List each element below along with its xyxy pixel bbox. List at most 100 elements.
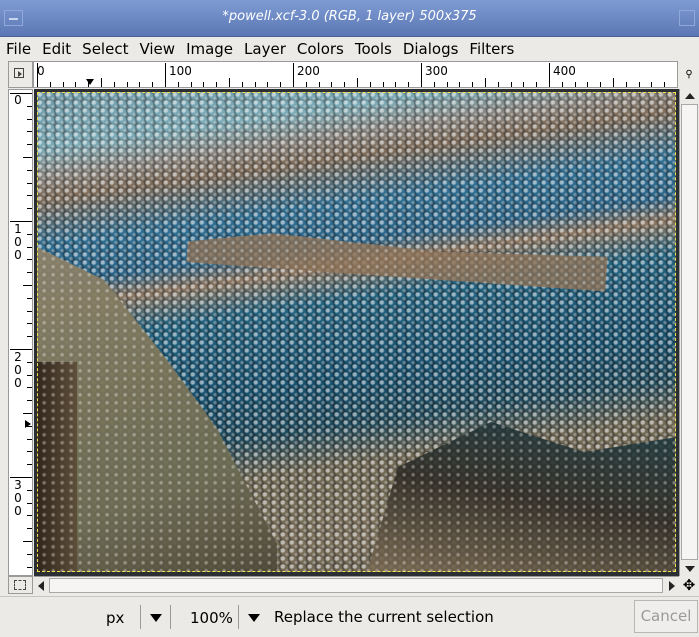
- hruler-tick: [485, 78, 486, 87]
- hruler-tick: [49, 82, 51, 87]
- vruler-tick: [10, 221, 32, 222]
- hruler-tick: [203, 82, 205, 87]
- hruler-tick: [433, 82, 435, 87]
- menu-edit[interactable]: Edit: [42, 40, 71, 58]
- vruler-tick: [27, 464, 32, 466]
- hruler-tick: [421, 63, 422, 87]
- hruler-tick: [37, 63, 38, 87]
- vertical-scroll-thumb[interactable]: [681, 104, 698, 560]
- horizontal-scrollbar[interactable]: [34, 576, 679, 594]
- hruler-tick: [369, 82, 371, 87]
- hruler-tick: [382, 82, 384, 87]
- vruler-tick: [23, 413, 32, 414]
- scroll-right-icon[interactable]: [669, 581, 675, 591]
- vruler-tick: [27, 297, 32, 299]
- vruler-tick: [27, 208, 32, 210]
- vruler-tick: [27, 259, 32, 261]
- menu-tools[interactable]: Tools: [355, 40, 392, 58]
- menu-file[interactable]: File: [6, 40, 31, 58]
- vruler-tick: [27, 310, 32, 312]
- hruler-tick: [408, 82, 410, 87]
- horizontal-ruler[interactable]: 0 100 200 300 400: [33, 61, 678, 88]
- vertical-scrollbar[interactable]: [679, 89, 699, 576]
- pointer-marker-vertical-icon: [25, 420, 31, 428]
- cancel-button[interactable]: Cancel: [634, 600, 698, 633]
- vruler-digit: 0: [14, 376, 22, 390]
- menu-bar: File Edit Select View Image Layer Colors…: [0, 37, 699, 60]
- hruler-tick: [357, 78, 358, 87]
- vruler-tick: [27, 502, 32, 504]
- menu-colors[interactable]: Colors: [297, 40, 344, 58]
- vruler-tick: [27, 195, 32, 197]
- scroll-left-icon[interactable]: [38, 581, 44, 591]
- hruler-tick: [305, 82, 307, 87]
- vruler-tick: [27, 361, 32, 363]
- hruler-label-0: 0: [37, 64, 45, 78]
- zoom-separator: [238, 605, 239, 629]
- canvas-area[interactable]: [34, 89, 679, 576]
- vruler-digit: 0: [14, 504, 22, 518]
- hruler-tick: [241, 82, 243, 87]
- image-menu-button[interactable]: [8, 61, 33, 88]
- vruler-tick: [27, 451, 32, 453]
- hruler-label-300: 300: [425, 64, 448, 78]
- hruler-tick: [126, 82, 128, 87]
- scroll-down-icon[interactable]: [685, 566, 695, 572]
- status-message: Replace the current selection: [274, 608, 494, 626]
- navigate-icon[interactable]: ✥: [679, 576, 699, 594]
- vruler-tick: [27, 246, 32, 248]
- hruler-tick: [139, 82, 141, 87]
- vruler-tick: [27, 336, 32, 338]
- vruler-tick: [23, 285, 32, 286]
- window-maximize-icon[interactable]: [679, 10, 695, 26]
- vruler-tick: [27, 105, 32, 107]
- vruler-tick: [27, 387, 32, 389]
- hruler-tick: [344, 82, 346, 87]
- chevron-down-icon: [150, 614, 162, 622]
- vruler-tick: [10, 93, 32, 94]
- scroll-up-icon[interactable]: [685, 93, 695, 99]
- hruler-tick: [165, 63, 166, 87]
- menu-image[interactable]: Image: [186, 40, 233, 58]
- hruler-tick: [293, 63, 294, 87]
- unit-value: px: [106, 609, 125, 627]
- quick-mask-icon: [14, 580, 26, 590]
- hruler-tick: [190, 82, 192, 87]
- pointer-marker-icon: [86, 79, 94, 85]
- hruler-tick: [561, 82, 563, 87]
- vruler-tick: [27, 400, 32, 402]
- hruler-tick: [549, 63, 550, 87]
- vruler-tick: [27, 118, 32, 120]
- menu-filters[interactable]: Filters: [469, 40, 514, 58]
- hruler-tick: [510, 82, 512, 87]
- menu-select[interactable]: Select: [82, 40, 128, 58]
- zoom-select[interactable]: 100%: [170, 602, 270, 632]
- horizontal-scroll-thumb[interactable]: [49, 578, 663, 593]
- vertical-ruler[interactable]: 0 100 200 300: [8, 89, 33, 576]
- menu-view[interactable]: View: [139, 40, 175, 58]
- vruler-tick: [27, 489, 32, 491]
- hruler-tick: [152, 82, 154, 87]
- zoom-icon[interactable]: ⚲: [679, 61, 699, 88]
- hruler-tick: [472, 82, 474, 87]
- unit-separator: [140, 605, 141, 629]
- hruler-tick: [62, 82, 64, 87]
- hruler-tick: [664, 82, 666, 87]
- vruler-tick: [10, 477, 32, 478]
- hruler-tick: [651, 82, 653, 87]
- window-title: *powell.xcf-3.0 (RGB, 1 layer) 500x375: [222, 9, 477, 24]
- image-canvas[interactable]: [37, 92, 676, 572]
- vruler-label-300: 300: [13, 479, 23, 518]
- hruler-tick: [229, 78, 230, 87]
- hruler-tick: [267, 82, 269, 87]
- menu-layer[interactable]: Layer: [244, 40, 286, 58]
- vruler-tick: [27, 272, 32, 274]
- title-bar: *powell.xcf-3.0 (RGB, 1 layer) 500x375: [0, 0, 699, 37]
- hruler-label-100: 100: [169, 64, 192, 78]
- hruler-tick: [638, 82, 640, 87]
- quick-mask-toggle[interactable]: [8, 576, 33, 594]
- vruler-tick: [27, 438, 32, 440]
- unit-select[interactable]: px: [96, 602, 170, 632]
- menu-dialogs[interactable]: Dialogs: [403, 40, 459, 58]
- vruler-tick: [27, 425, 32, 427]
